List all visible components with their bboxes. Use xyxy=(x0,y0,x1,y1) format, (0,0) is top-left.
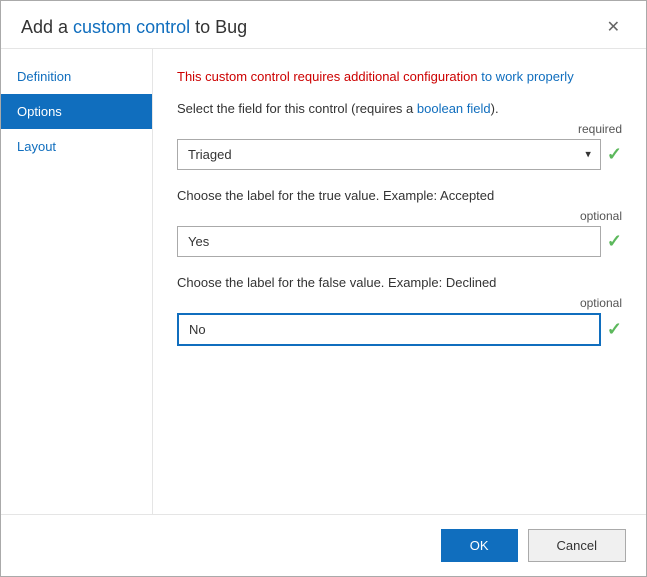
field1-label-blue: boolean field xyxy=(417,101,491,116)
field1-check-icon: ✓ xyxy=(607,144,622,165)
field1-row: Triaged Active Resolved Closed ▾ ✓ xyxy=(177,139,622,170)
field2-row: ✓ xyxy=(177,226,622,257)
field2-section: Choose the label for the true value. Exa… xyxy=(177,188,622,257)
field1-label: Select the field for this control (requi… xyxy=(177,101,622,116)
field1-label-end: ). xyxy=(491,101,499,116)
info-text: This custom control requires additional … xyxy=(177,67,622,87)
close-button[interactable]: ✕ xyxy=(601,18,626,38)
info-red: This custom control requires additional … xyxy=(177,69,478,84)
field1-required-label: required xyxy=(177,122,622,136)
field3-section: Choose the label for the false value. Ex… xyxy=(177,275,622,346)
main-content: This custom control requires additional … xyxy=(153,49,646,514)
field3-input[interactable] xyxy=(177,313,601,346)
close-icon: ✕ xyxy=(607,19,620,36)
cancel-button[interactable]: Cancel xyxy=(528,529,626,562)
field3-label: Choose the label for the false value. Ex… xyxy=(177,275,622,290)
field2-label: Choose the label for the true value. Exa… xyxy=(177,188,622,203)
field3-optional-label: optional xyxy=(177,296,622,310)
info-blue: to work properly xyxy=(478,69,574,84)
dialog-header: Add a custom control to Bug ✕ xyxy=(1,1,646,49)
field2-check-icon: ✓ xyxy=(607,231,622,252)
sidebar-item-definition[interactable]: Definition xyxy=(1,59,152,94)
field2-optional-label: optional xyxy=(177,209,622,223)
dialog-body: Definition Options Layout This custom co… xyxy=(1,49,646,514)
sidebar-item-options[interactable]: Options xyxy=(1,94,152,129)
sidebar-item-layout[interactable]: Layout xyxy=(1,129,152,164)
field2-input[interactable] xyxy=(177,226,601,257)
title-highlight: custom control xyxy=(73,17,190,37)
ok-button[interactable]: OK xyxy=(441,529,518,562)
title-rest: to Bug xyxy=(190,17,247,37)
field3-check-icon: ✓ xyxy=(607,319,622,340)
field1-section: Select the field for this control (requi… xyxy=(177,101,622,170)
field1-label-black: Select the field for this control (requi… xyxy=(177,101,417,116)
field1-select-wrapper: Triaged Active Resolved Closed ▾ xyxy=(177,139,601,170)
sidebar: Definition Options Layout xyxy=(1,49,153,514)
field3-row: ✓ xyxy=(177,313,622,346)
title-plain: Add a xyxy=(21,17,73,37)
field1-select[interactable]: Triaged Active Resolved Closed xyxy=(177,139,601,170)
dialog-footer: OK Cancel xyxy=(1,514,646,576)
dialog: Add a custom control to Bug ✕ Definition… xyxy=(0,0,647,577)
dialog-title: Add a custom control to Bug xyxy=(21,17,247,38)
